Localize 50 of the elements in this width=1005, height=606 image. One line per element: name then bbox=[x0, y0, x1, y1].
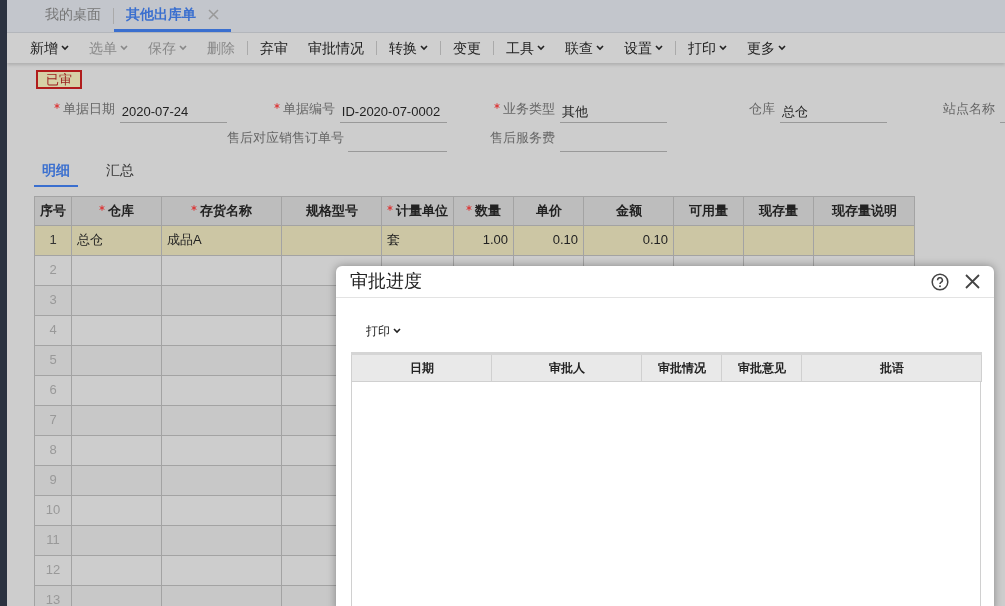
input-field[interactable]: ID-2020-07-0002 bbox=[339, 98, 447, 123]
toolbar-button[interactable]: 变更 bbox=[443, 37, 491, 59]
close-icon[interactable] bbox=[965, 274, 980, 289]
table-cell: 套 bbox=[381, 225, 454, 255]
toolbar-button[interactable]: 设置 bbox=[614, 37, 673, 59]
field-label: 站点名称 bbox=[942, 101, 995, 116]
toolbar-button[interactable]: 弃审 bbox=[250, 37, 298, 59]
table-cell: 1.00 bbox=[453, 225, 514, 255]
toolbar-button[interactable]: 更多 bbox=[737, 37, 796, 59]
column-header: 数量 bbox=[475, 202, 501, 218]
detail-tab[interactable]: 汇总 bbox=[98, 159, 142, 187]
toolbar-button[interactable]: 打印 bbox=[678, 37, 737, 59]
column-header: 仓库 bbox=[108, 202, 134, 218]
column-header: 规格型号 bbox=[305, 202, 358, 218]
column-header: 单价 bbox=[535, 202, 562, 218]
toolbar-button[interactable]: 审批情况 bbox=[298, 37, 374, 59]
toolbar-button[interactable]: 转换 bbox=[379, 37, 438, 59]
dialog-title: 审批进度 bbox=[350, 270, 422, 293]
field-label: 售后对应销售订单号 bbox=[227, 130, 344, 145]
table-cell: 0.10 bbox=[513, 225, 584, 255]
column-header: 审批情况 bbox=[641, 353, 722, 382]
toolbar-button[interactable]: 新增 bbox=[20, 37, 79, 59]
column-header: 批语 bbox=[801, 353, 982, 382]
help-icon[interactable] bbox=[931, 272, 949, 291]
column-header: 可用量 bbox=[689, 202, 728, 218]
toolbar-button[interactable]: 联查 bbox=[555, 37, 614, 59]
field-label: 单据编号 bbox=[282, 101, 335, 116]
input-field[interactable]: 其他 bbox=[559, 98, 667, 123]
column-header: 日期 bbox=[351, 353, 492, 382]
table-cell: 成品A bbox=[161, 225, 282, 255]
toolbar-button[interactable]: 工具 bbox=[496, 37, 555, 59]
column-header: 金额 bbox=[615, 202, 642, 218]
column-header: 现存量 bbox=[759, 202, 798, 218]
field-label: 仓库 bbox=[748, 101, 775, 116]
field-label: 业务类型 bbox=[502, 101, 555, 116]
print-button[interactable]: 打印 bbox=[362, 318, 405, 344]
field-label: 售后服务费 bbox=[489, 130, 555, 145]
field-label: 单据日期 bbox=[62, 101, 115, 116]
column-header: 审批意见 bbox=[721, 353, 802, 382]
column-header: 审批人 bbox=[491, 353, 642, 382]
status-stamp: 已审 bbox=[36, 70, 82, 89]
table-cell: 总仓 bbox=[71, 225, 162, 255]
column-header: 序号 bbox=[40, 202, 66, 218]
input-field[interactable]: 总仓 bbox=[779, 98, 887, 123]
column-header: 计量单位 bbox=[396, 202, 448, 218]
table-cell: 0.10 bbox=[583, 225, 674, 255]
row-number: 1 bbox=[34, 225, 72, 255]
input-field[interactable]: 2020-07-24 bbox=[119, 98, 227, 123]
column-header: 存货名称 bbox=[200, 202, 252, 218]
column-header: 现存量说明 bbox=[831, 202, 897, 218]
